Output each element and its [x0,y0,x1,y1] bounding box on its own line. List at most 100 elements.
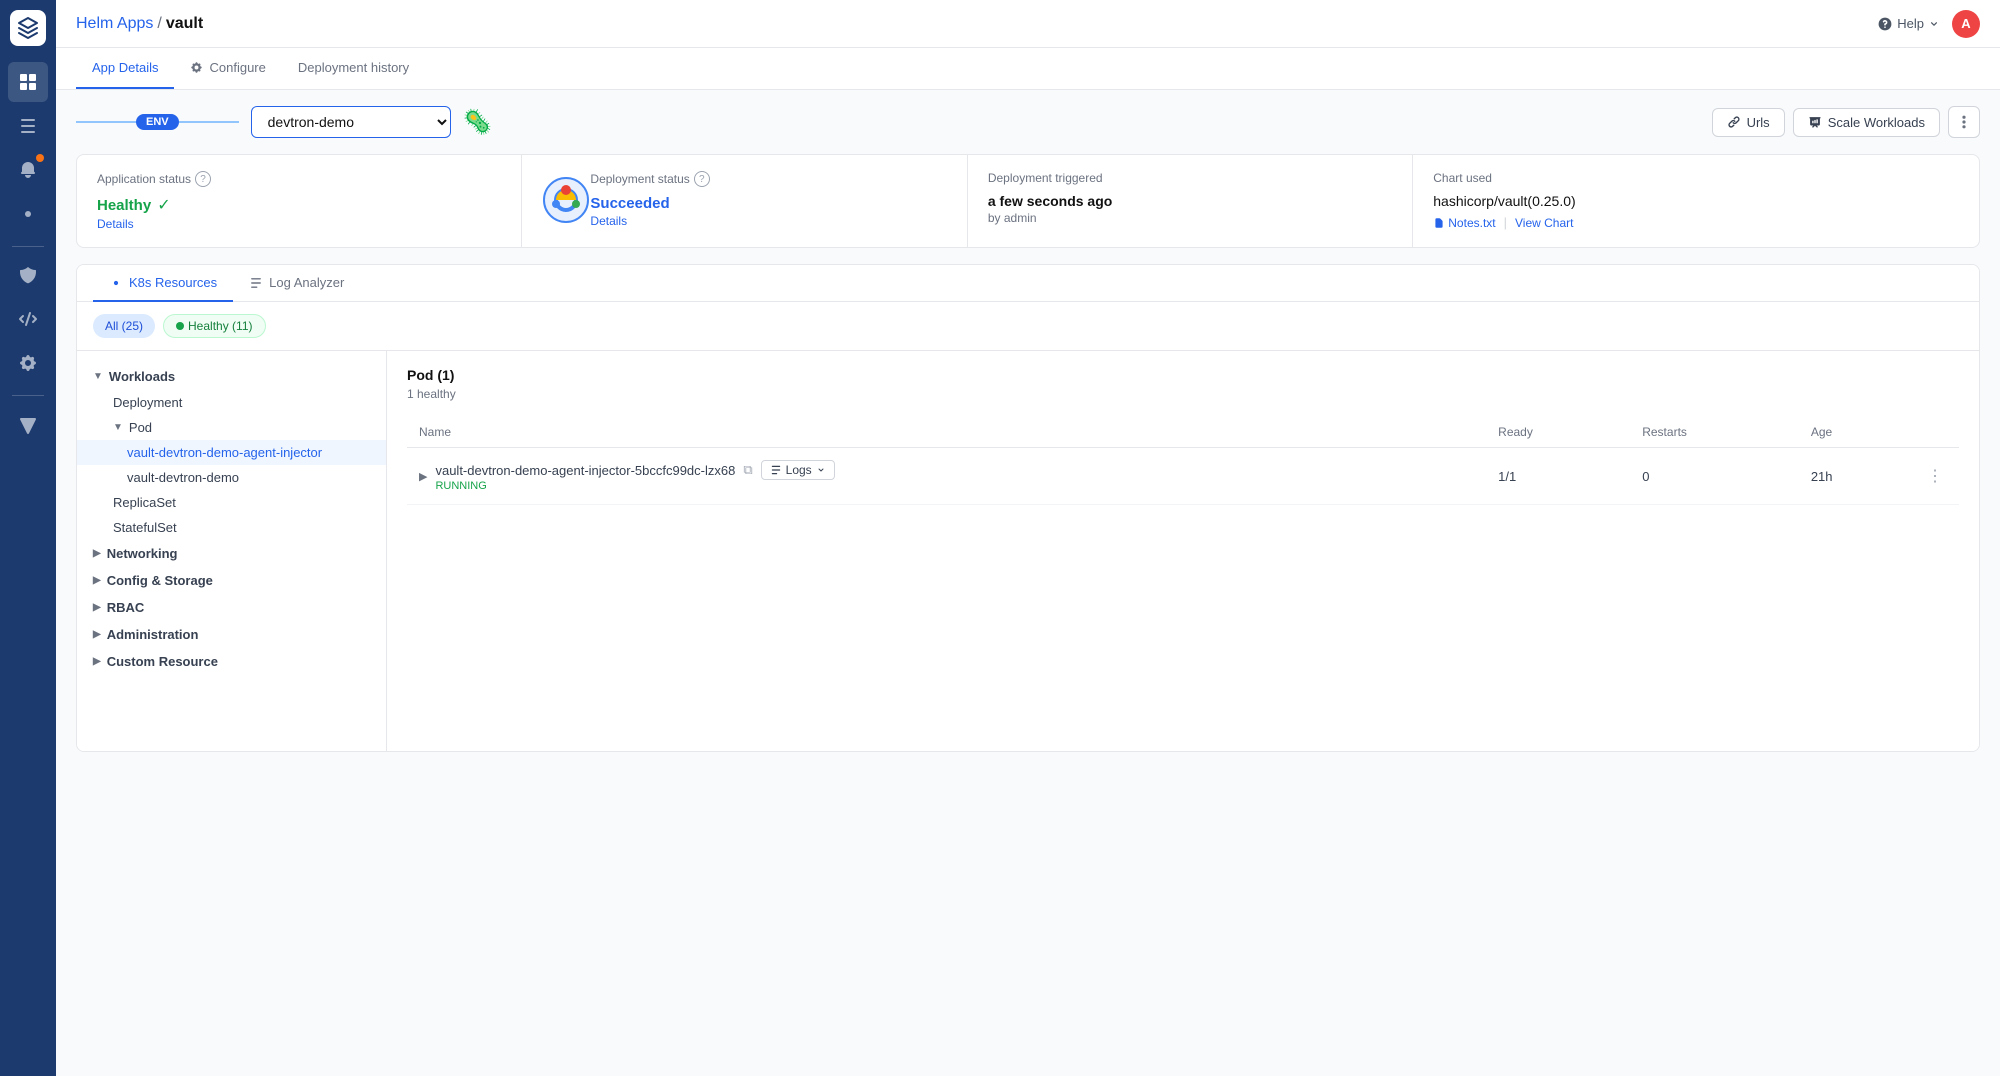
k8s-section: K8s Resources Log Analyzer All (25) Heal… [76,264,1980,752]
chart-used-label: Chart used [1433,171,1959,185]
pod-expand-icon[interactable]: ▶ [419,470,427,483]
deployment-chart-svg [542,176,590,224]
urls-button[interactable]: Urls [1712,108,1785,137]
env-pipeline: ENV [76,114,239,130]
tree-item-statefulset[interactable]: StatefulSet [77,515,386,540]
link-icon [1727,115,1741,129]
grid-icon[interactable] [8,106,48,146]
administration-label: Administration [107,627,199,642]
workloads-label: Workloads [109,369,175,384]
deployment-triggered-time: a few seconds ago [988,193,1392,209]
tab-app-details[interactable]: App Details [76,48,174,89]
scale-icon [1808,115,1822,129]
tree-group-rbac[interactable]: ▶ RBAC [77,594,386,621]
deployment-status-info: Deployment status ? Succeeded Details [590,171,709,228]
filter-all-button[interactable]: All (25) [93,314,155,338]
app-status-details-link[interactable]: Details [97,217,501,231]
pod-row-menu[interactable]: ⋮ [1911,448,1959,505]
main-content: Helm Apps / vault Help A App Details Con… [56,0,2000,1076]
avatar[interactable]: A [1952,10,1980,38]
tab-deployment-history[interactable]: Deployment history [282,48,425,89]
urls-label: Urls [1747,115,1770,130]
env-actions: Urls Scale Workloads [1712,106,1980,138]
deployment-triggered-card: Deployment triggered a few seconds ago b… [968,155,1413,247]
env-selector[interactable]: devtron-demo [251,106,451,138]
healthy-check-icon: ✓ [157,195,170,215]
tree-item-vault-devtron-demo[interactable]: vault-devtron-demo [77,465,386,490]
app-status-card: Application status ? Healthy ✓ Details [77,155,522,247]
gear-icon[interactable] [8,343,48,383]
tree-group-networking[interactable]: ▶ Networking [77,540,386,567]
copy-icon[interactable]: ⧉ [743,462,752,478]
notes-link-text: Notes.txt [1448,216,1495,230]
tab-log-analyzer[interactable]: Log Analyzer [233,265,360,302]
pod-chevron-icon: ▼ [113,422,123,433]
code-icon[interactable] [8,299,48,339]
logs-button[interactable]: Logs [761,460,835,480]
breadcrumb-separator: / [157,15,161,33]
main-tabs: App Details Configure Deployment history [56,48,2000,90]
pod-header-label: Pod [129,420,152,435]
tree-item-vault-agent-injector[interactable]: vault-devtron-demo-agent-injector [77,440,386,465]
breadcrumb-helm-apps[interactable]: Helm Apps [76,15,153,33]
view-chart-link[interactable]: View Chart [1515,216,1573,230]
notification-badge [36,154,44,162]
pod-panel-subtitle: 1 healthy [407,387,1959,401]
env-line-right [179,121,239,123]
apps-icon[interactable] [8,62,48,102]
filter-healthy-label: Healthy (11) [188,319,252,333]
chart-name: hashicorp/vault(0.25.0) [1433,193,1959,209]
configure-gear-icon [190,61,203,74]
tab-configure[interactable]: Configure [174,48,281,89]
log-icon [249,276,263,290]
app-status-value: Healthy ✓ [97,195,501,215]
env-bar: ENV devtron-demo 🦠 Urls Scale Workloads [76,106,1980,138]
pod-panel-title: Pod (1) [407,367,1959,383]
tree-group-config-storage[interactable]: ▶ Config & Storage [77,567,386,594]
k8s-tab-bar: K8s Resources Log Analyzer [77,265,1979,302]
deployment-status-label: Deployment status ? [590,171,709,187]
logs-chevron-icon [816,465,826,475]
healthy-dot-icon [176,322,184,330]
tree-group-custom-resource[interactable]: ▶ Custom Resource [77,648,386,675]
chart-link-separator: | [1504,215,1507,230]
help-label: Help [1897,16,1924,31]
more-options-button[interactable] [1948,106,1980,138]
tree-group-administration[interactable]: ▶ Administration [77,621,386,648]
pod-status: RUNNING [435,480,834,492]
kubernetes-icon[interactable] [8,194,48,234]
pod-name-cell: ▶ vault-devtron-demo-agent-injector-5bcc… [407,448,1486,505]
env-line-left [76,121,136,123]
layers-icon[interactable] [8,404,48,444]
breadcrumb: Helm Apps / vault [76,15,203,33]
config-storage-label: Config & Storage [107,573,213,588]
tab-k8s-resources[interactable]: K8s Resources [93,265,233,302]
filter-healthy-button[interactable]: Healthy (11) [163,314,265,338]
logs-icon [770,464,782,476]
tree-item-replicaset[interactable]: ReplicaSet [77,490,386,515]
deployment-status-with-icon: Deployment status ? Succeeded Details [542,171,946,228]
k8s-panel: Pod (1) 1 healthy Name Ready Restarts Ag… [387,351,1979,751]
sidebar-divider-2 [12,395,44,396]
table-row: ▶ vault-devtron-demo-agent-injector-5bcc… [407,448,1959,505]
tree-pod-header[interactable]: ▼ Pod [77,415,386,440]
chart-used-card: Chart used hashicorp/vault(0.25.0) Notes… [1413,155,1979,247]
tree-group-workloads[interactable]: ▼ Workloads [77,363,386,390]
custom-resource-chevron-icon: ▶ [93,656,101,667]
notes-txt-link[interactable]: Notes.txt [1433,216,1495,230]
col-restarts: Restarts [1630,417,1799,448]
shield-icon[interactable] [8,255,48,295]
pod-restarts: 0 [1630,448,1799,505]
app-status-label: Application status ? [97,171,501,187]
log-analyzer-label: Log Analyzer [269,275,344,290]
sidebar-logo[interactable] [10,10,46,46]
scale-workloads-label: Scale Workloads [1828,115,1925,130]
deployment-details-link[interactable]: Details [590,214,709,228]
help-button[interactable]: Help [1877,16,1940,32]
tree-item-deployment[interactable]: Deployment [77,390,386,415]
chart-links: Notes.txt | View Chart [1433,215,1959,230]
pod-ready: 1/1 [1486,448,1630,505]
app-status-info-icon: ? [195,171,211,187]
scale-workloads-button[interactable]: Scale Workloads [1793,108,1940,137]
notification-icon[interactable] [8,150,48,190]
